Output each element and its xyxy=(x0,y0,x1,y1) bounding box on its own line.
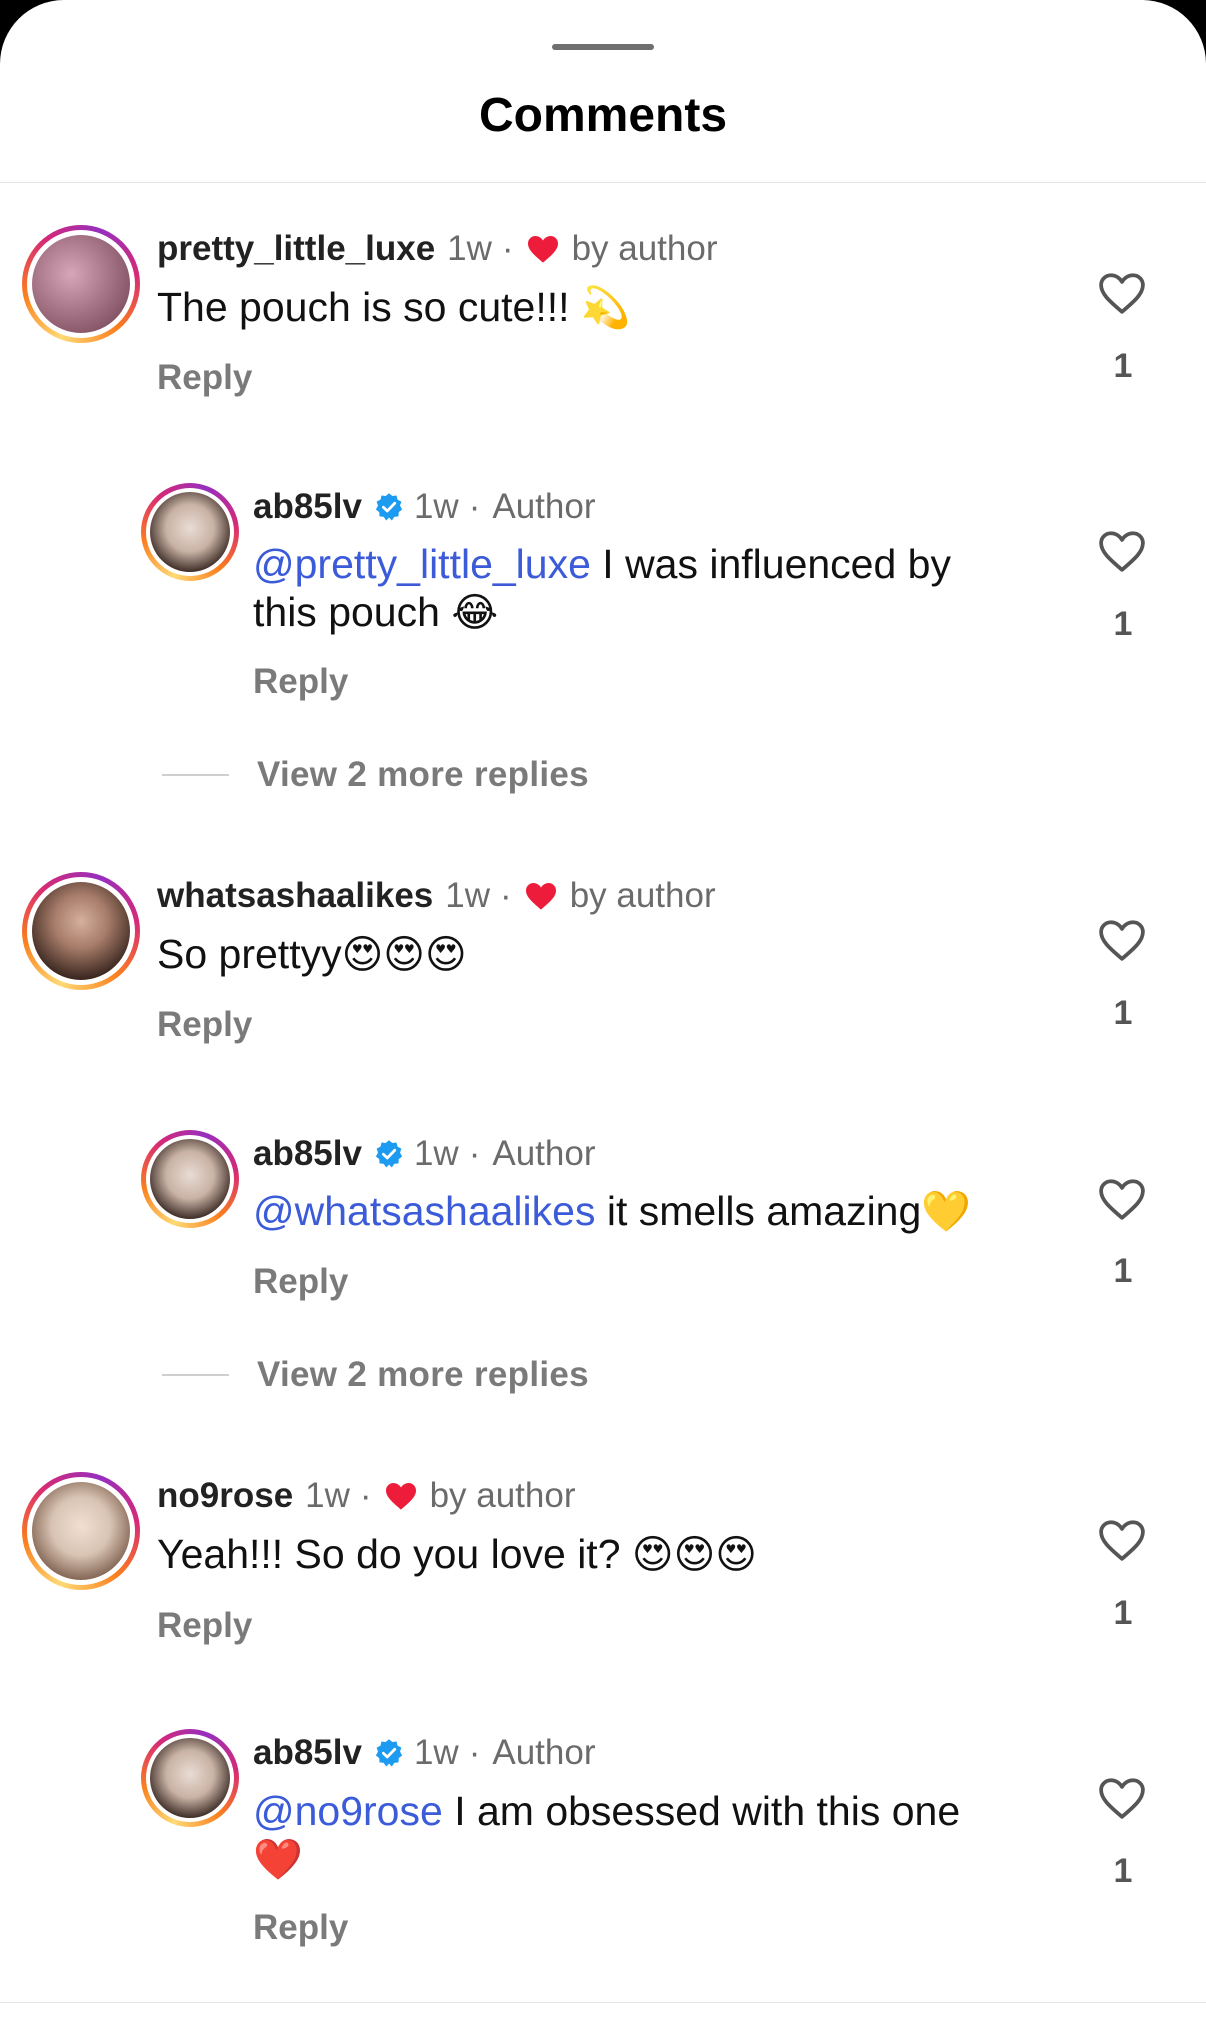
comment-text-content: it smells amazing xyxy=(595,1188,922,1234)
footer-divider xyxy=(0,2002,1206,2003)
emoji: 💛 xyxy=(921,1189,972,1235)
like-heart-icon[interactable] xyxy=(1096,1176,1148,1222)
comment-username[interactable]: no9rose xyxy=(157,1476,293,1516)
comment-time: 1w xyxy=(305,1476,350,1515)
reply-button[interactable]: Reply xyxy=(157,1005,252,1045)
author-liked-heart-icon xyxy=(527,236,558,263)
comment-text: Yeah!!! So do you love it? 😍😍😍 xyxy=(157,1530,977,1579)
comment-time: 1w xyxy=(447,229,492,268)
author-badge: Author xyxy=(492,1134,596,1173)
separator-dot: · xyxy=(501,229,514,268)
avatar[interactable] xyxy=(141,483,239,581)
comment-time: 1w xyxy=(413,1733,459,1772)
thread-line xyxy=(162,774,229,776)
author-like-label: by author xyxy=(571,229,718,268)
like-heart-icon[interactable] xyxy=(1096,1775,1148,1821)
view-more-replies-label[interactable]: View 2 more replies xyxy=(257,755,589,795)
verified-badge-icon xyxy=(375,1739,403,1767)
comment-text: The pouch is so cute!!! 💫 xyxy=(157,283,977,332)
emoji: 😍😍😍 xyxy=(341,932,467,978)
comment-text-content: The pouch is so cute!!! xyxy=(157,284,570,330)
view-more-replies-button[interactable]: View 2 more replies xyxy=(162,755,589,795)
like-heart-icon[interactable] xyxy=(1096,917,1148,963)
sheet-title: Comments xyxy=(478,89,728,142)
verified-badge-icon xyxy=(375,493,403,521)
comment-time: 1w xyxy=(445,876,491,915)
mention-link[interactable]: @whatsashaalikes xyxy=(253,1188,595,1234)
reply-button[interactable]: Reply xyxy=(253,1262,348,1302)
emoji: 😂 xyxy=(451,590,499,636)
view-more-replies-button[interactable]: View 2 more replies xyxy=(162,1355,589,1395)
author-badge: Author xyxy=(492,487,596,526)
view-more-replies-label[interactable]: View 2 more replies xyxy=(257,1355,589,1395)
like-count: 1 xyxy=(1113,994,1133,1032)
comment-username[interactable]: pretty_little_luxe xyxy=(157,229,435,269)
separator-dot: · xyxy=(468,1134,481,1173)
like-count: 1 xyxy=(1113,1594,1133,1632)
verified-badge-icon xyxy=(375,1140,403,1168)
comment-text-content: I am obsessed with this one xyxy=(442,1788,961,1834)
comment-text-content: So prettyy xyxy=(157,931,342,977)
author-badge: Author xyxy=(492,1733,596,1772)
comment-text: @no9rose I am obsessed with this one ❤️ xyxy=(253,1787,1073,1884)
avatar[interactable] xyxy=(141,1130,239,1228)
comment-text: So prettyy😍😍😍 xyxy=(157,930,977,979)
comment-time: 1w xyxy=(413,1134,459,1173)
separator-dot: · xyxy=(468,1733,481,1772)
comments-sheet: Comments pretty_little_luxe 1w · by auth… xyxy=(0,0,1206,2019)
separator-dot: · xyxy=(468,487,481,526)
comment-time: 1w xyxy=(413,487,459,526)
reply-button[interactable]: Reply xyxy=(157,1606,252,1646)
mention-link[interactable]: @pretty_little_luxe xyxy=(253,541,591,587)
comment-text: @pretty_little_luxe I was influenced by … xyxy=(253,540,1073,637)
comment-text-content: this pouch xyxy=(253,589,440,635)
separator-dot: · xyxy=(359,1476,372,1515)
drag-handle[interactable] xyxy=(552,44,654,50)
comment-username[interactable]: whatsashaalikes xyxy=(157,876,433,916)
avatar[interactable] xyxy=(22,1472,140,1590)
author-liked-heart-icon xyxy=(385,1483,416,1510)
emoji: ❤️ xyxy=(253,1837,303,1883)
comment-username[interactable]: ab85lv xyxy=(253,1134,362,1174)
like-count: 1 xyxy=(1113,347,1133,385)
reply-button[interactable]: Reply xyxy=(157,358,252,398)
author-liked-heart-icon xyxy=(525,883,556,910)
comment-username[interactable]: ab85lv xyxy=(253,487,362,527)
emoji: 💫 xyxy=(580,285,631,331)
separator-dot: · xyxy=(500,876,512,915)
author-like-label: by author xyxy=(569,876,716,915)
reply-button[interactable]: Reply xyxy=(253,1908,348,1948)
avatar[interactable] xyxy=(141,1729,239,1827)
comment-text-content: Yeah!!! So do you love it? xyxy=(157,1531,621,1577)
like-heart-icon[interactable] xyxy=(1096,1517,1148,1563)
like-count: 1 xyxy=(1113,1852,1133,1890)
comment-text: @whatsashaalikes it smells amazing💛 xyxy=(253,1187,1073,1236)
like-count: 1 xyxy=(1113,605,1133,643)
mention-link[interactable]: @no9rose xyxy=(253,1788,443,1834)
comment-username[interactable]: ab85lv xyxy=(253,1733,362,1773)
reply-button[interactable]: Reply xyxy=(253,662,348,702)
avatar[interactable] xyxy=(22,872,140,990)
author-like-label: by author xyxy=(429,1476,576,1515)
avatar[interactable] xyxy=(22,225,140,343)
like-heart-icon[interactable] xyxy=(1096,528,1148,574)
thread-line xyxy=(162,1374,229,1376)
comment-text-content: I was influenced by xyxy=(590,541,951,587)
like-heart-icon[interactable] xyxy=(1096,270,1148,316)
like-count: 1 xyxy=(1113,1252,1133,1290)
emoji: 😍😍😍 xyxy=(631,1532,758,1578)
header-divider xyxy=(0,182,1206,183)
